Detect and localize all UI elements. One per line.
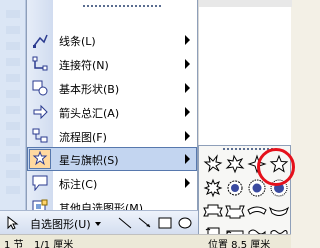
select-objects-icon[interactable] <box>6 215 20 230</box>
sixteen-point-star-icon[interactable] <box>225 178 245 198</box>
basic-shapes-icon <box>32 80 48 96</box>
menu-item-label: 流程图(F) <box>59 131 107 144</box>
status-bar: 1 节 1/1 厘米 位置 8.5 厘米 <box>0 234 291 248</box>
menu-item-label: 箭头总汇(A) <box>59 107 120 120</box>
submenu-arrow-icon <box>185 35 190 45</box>
menu-item-label: 星与旗帜(S) <box>59 154 119 167</box>
explosion-1-icon[interactable] <box>203 154 223 174</box>
menu-item-label: 标注(C) <box>59 178 98 191</box>
lines-icon <box>32 32 48 48</box>
callouts-icon <box>32 175 48 192</box>
menu-item-label: 连接符(N) <box>59 59 109 72</box>
menu-item-basic-shapes[interactable]: 基本形状(B) <box>27 76 197 100</box>
side-panel <box>0 0 26 210</box>
menu-drag-grip[interactable] <box>83 5 163 7</box>
autoshapes-button[interactable]: 自选图形(U) <box>30 215 101 232</box>
flowchart-icon <box>32 128 48 144</box>
submenu-arrow-icon <box>185 154 190 164</box>
chevron-down-icon <box>94 221 101 226</box>
rectangle-tool-icon[interactable] <box>158 217 172 229</box>
oval-tool-icon[interactable] <box>178 217 192 229</box>
line-tool-icon[interactable] <box>118 217 132 229</box>
autoshapes-menu: 线条(L) 连接符(N) 基本形状(B) 箭头总汇(A) 流程图(F) 星与旗帜… <box>26 0 198 234</box>
menu-item-connectors[interactable]: 连接符(N) <box>27 52 197 76</box>
menu-item-label: 基本形状(B) <box>59 83 120 96</box>
submenu-arrow-icon <box>185 107 190 117</box>
status-position: 位置 8.5 厘米 <box>208 240 271 248</box>
highlight-circle-annotation <box>257 148 295 186</box>
menu-item-stars-banners[interactable]: 星与旗帜(S) <box>27 147 197 171</box>
autoshapes-button-label: 自选图形(U) <box>30 217 91 231</box>
menu-item-label: 线条(L) <box>59 35 96 48</box>
menu-item-lines[interactable]: 线条(L) <box>27 28 197 52</box>
connector-icon <box>32 56 48 72</box>
down-ribbon-icon[interactable] <box>225 202 245 222</box>
drawing-toolbar: 自选图形(U) <box>0 210 198 234</box>
status-page-info: 1/1 厘米 <box>34 240 74 248</box>
up-ribbon-icon[interactable] <box>203 202 223 222</box>
document-area <box>198 0 292 148</box>
submenu-arrow-icon <box>185 178 190 188</box>
status-section: 1 节 <box>4 240 24 248</box>
curved-up-ribbon-icon[interactable] <box>247 202 267 222</box>
block-arrows-icon <box>32 104 48 120</box>
curved-down-ribbon-icon[interactable] <box>268 202 290 222</box>
arrow-tool-icon[interactable] <box>138 217 152 229</box>
eight-point-star-icon[interactable] <box>203 178 223 198</box>
menu-item-callouts[interactable]: 标注(C) <box>27 171 197 195</box>
submenu-arrow-icon <box>185 83 190 93</box>
menu-item-block-arrows[interactable]: 箭头总汇(A) <box>27 100 197 124</box>
stars-banners-icon <box>32 150 48 167</box>
submenu-arrow-icon <box>185 131 190 141</box>
explosion-2-icon[interactable] <box>225 154 245 174</box>
submenu-arrow-icon <box>185 59 190 69</box>
menu-item-flowchart[interactable]: 流程图(F) <box>27 124 197 148</box>
